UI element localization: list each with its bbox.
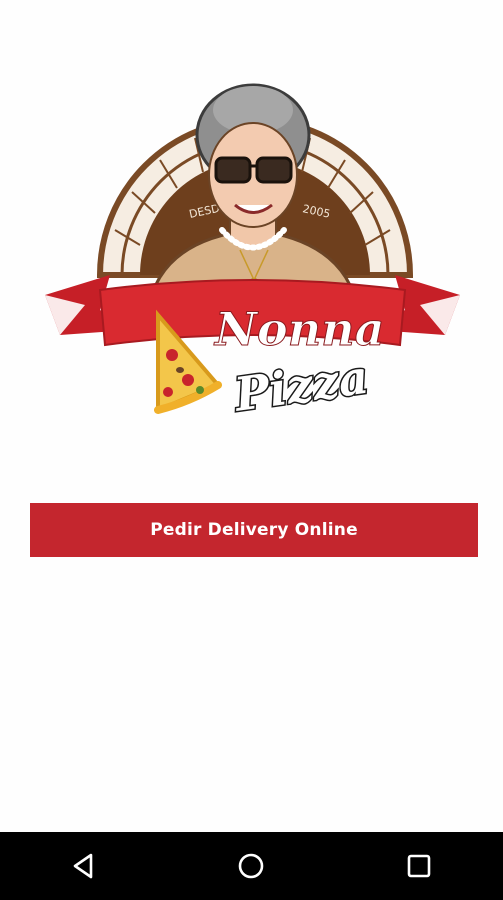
triangle-back-icon	[73, 853, 93, 879]
circle-home-icon	[239, 853, 264, 879]
square-recents-icon	[407, 854, 431, 878]
nav-back-button[interactable]	[39, 832, 129, 900]
splash-screen: DESDE 2005 Nonna Pizza Pedir Delivery On…	[0, 0, 503, 900]
order-delivery-online-button[interactable]: Pedir Delivery Online	[30, 503, 478, 557]
nonna-pizza-logo: DESDE 2005 Nonna Pizza	[40, 80, 465, 430]
nav-home-button[interactable]	[206, 832, 296, 900]
nav-recents-button[interactable]	[374, 832, 464, 900]
logo-wordmark-line1: Nonna	[213, 302, 384, 356]
logo-wordmark-line2: Pizza	[229, 350, 371, 422]
android-navigation-bar	[0, 832, 503, 900]
